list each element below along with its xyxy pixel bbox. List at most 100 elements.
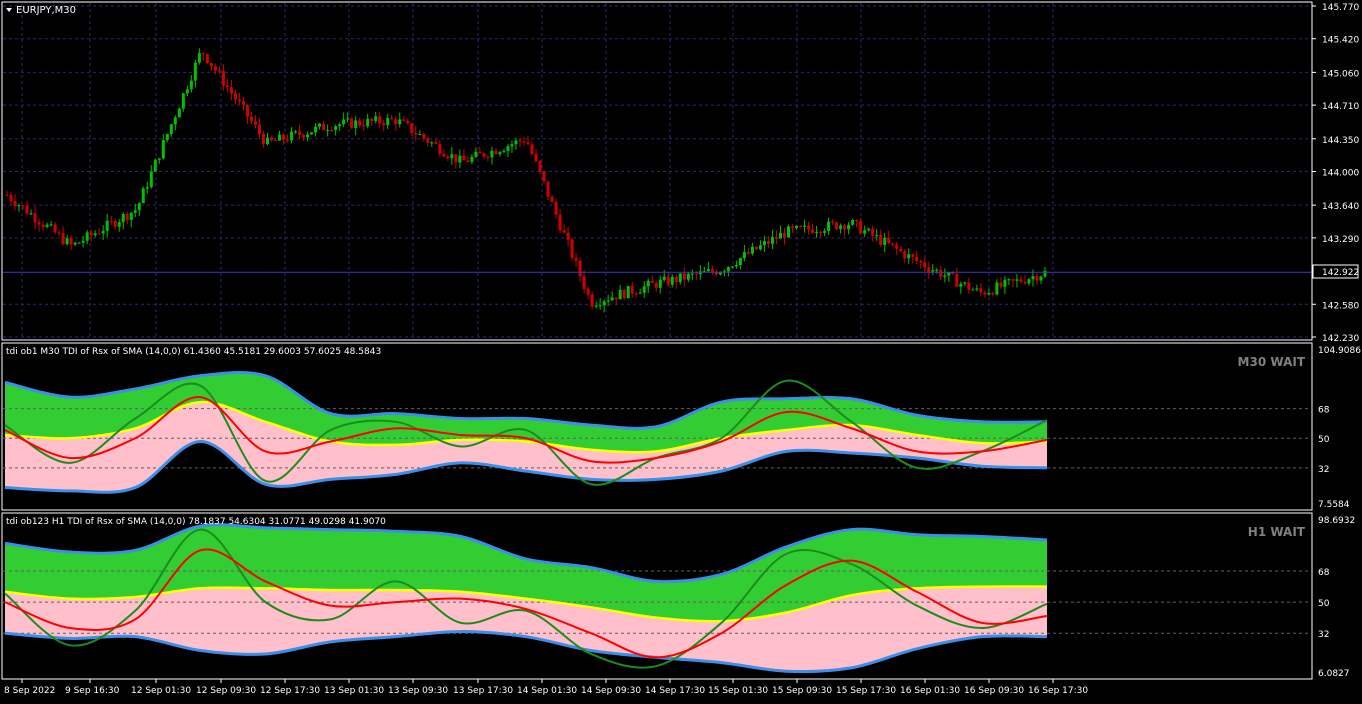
candle-body — [678, 273, 682, 283]
candle-body — [642, 286, 646, 293]
dropdown-triangle-icon[interactable] — [6, 8, 12, 12]
candle-body — [726, 266, 730, 272]
candle-body — [330, 130, 334, 132]
candle-body — [811, 229, 815, 233]
candle-body — [354, 120, 358, 128]
candle-body — [41, 224, 45, 227]
candle-body — [390, 117, 394, 120]
candle-body — [398, 119, 402, 125]
candle-body — [402, 119, 406, 121]
chart-canvas[interactable]: EURJPY,M30 145.770145.420145.060144.7101… — [0, 0, 1362, 700]
time-tick-label: 15 Sep 09:30 — [772, 686, 832, 696]
candle-body — [939, 269, 943, 277]
candle-body — [13, 200, 17, 206]
candle-body — [546, 181, 550, 197]
price-tick-label: 145.060 — [1322, 69, 1359, 79]
candle-body — [766, 241, 770, 244]
candle-body — [482, 153, 486, 157]
candle-body — [754, 246, 758, 250]
candle-body — [839, 225, 843, 230]
candle-body — [314, 126, 318, 133]
candle-body — [895, 244, 899, 249]
candle-body — [177, 108, 181, 118]
candle-body — [45, 224, 49, 227]
candle-body — [835, 222, 839, 230]
candle-body — [442, 153, 446, 157]
candle-body — [181, 93, 185, 109]
candle-body — [270, 137, 274, 141]
candle-body — [682, 273, 686, 280]
candle-body — [610, 297, 614, 301]
candle-body — [121, 214, 125, 223]
candle-body — [173, 117, 177, 125]
level-label: 50 — [1318, 599, 1330, 609]
current-price-label: 142.922 — [1322, 268, 1359, 278]
candle-body — [987, 293, 991, 295]
candle-body — [129, 212, 133, 220]
candle-body — [690, 273, 694, 275]
h1-indicator-header: tdi ob123 H1 TDI of Rsx of SMA (14,0,0) … — [6, 517, 386, 527]
candle-body — [221, 71, 225, 86]
candle-body — [530, 144, 534, 154]
candle-body — [306, 134, 310, 138]
level-label: 68 — [1318, 568, 1330, 578]
candle-body — [37, 222, 41, 225]
candle-body — [73, 242, 77, 245]
candle-body — [891, 243, 895, 245]
level-label: 50 — [1318, 435, 1330, 445]
candle-body — [101, 230, 105, 234]
candle-body — [562, 230, 566, 233]
candle-body — [93, 233, 97, 236]
candle-body — [298, 131, 302, 135]
candle-body — [282, 134, 286, 140]
candle-body — [77, 242, 81, 244]
candle-body — [17, 205, 21, 207]
candle-body — [670, 276, 674, 285]
candle-body — [871, 228, 875, 236]
candle-body — [843, 225, 847, 230]
candle-body — [1007, 279, 1011, 281]
candle-body — [406, 120, 410, 124]
candle-body — [233, 93, 237, 100]
candle-body — [606, 300, 610, 302]
time-tick-label: 16 Sep 09:30 — [964, 686, 1024, 696]
candle-body — [193, 62, 197, 81]
candle-body — [746, 252, 750, 254]
candle-body — [542, 171, 546, 182]
candle-body — [947, 272, 951, 276]
candle-body — [935, 269, 939, 271]
chart-window[interactable]: EURJPY,M30 145.770 145.420 145.060 144.710 1… — [0, 0, 1362, 700]
candle-body — [253, 121, 257, 125]
time-tick-label: 12 Sep 01:30 — [131, 686, 191, 696]
candle-body — [338, 124, 342, 127]
candle-body — [326, 130, 330, 132]
candle-body — [422, 134, 426, 139]
price-tick-label: 143.290 — [1322, 235, 1359, 245]
candle-body — [654, 282, 658, 288]
candle-body — [133, 210, 137, 213]
candle-body — [318, 123, 322, 127]
candle-body — [570, 239, 574, 259]
candle-body — [586, 289, 590, 295]
m30-status-label: M30 WAIT — [1238, 355, 1306, 369]
candle-body — [875, 235, 879, 237]
candle-body — [189, 80, 193, 90]
candle-body — [1039, 276, 1043, 281]
candle-body — [899, 248, 903, 252]
candle-body — [959, 283, 963, 287]
candle-body — [386, 117, 390, 126]
time-tick-label: 12 Sep 09:30 — [196, 686, 256, 696]
candle-body — [145, 187, 149, 189]
price-tick-label: 145.770 — [1322, 3, 1359, 13]
candle-body — [410, 123, 414, 134]
candle-body — [506, 146, 510, 152]
candle-body — [117, 222, 121, 227]
candle-body — [931, 270, 935, 272]
candle-body — [975, 288, 979, 290]
candle-body — [863, 230, 867, 234]
candle-body — [554, 201, 558, 215]
candle-body — [9, 194, 13, 201]
candle-body — [742, 252, 746, 259]
candle-body — [686, 273, 690, 280]
symbol-label[interactable]: EURJPY,M30 — [16, 5, 76, 16]
